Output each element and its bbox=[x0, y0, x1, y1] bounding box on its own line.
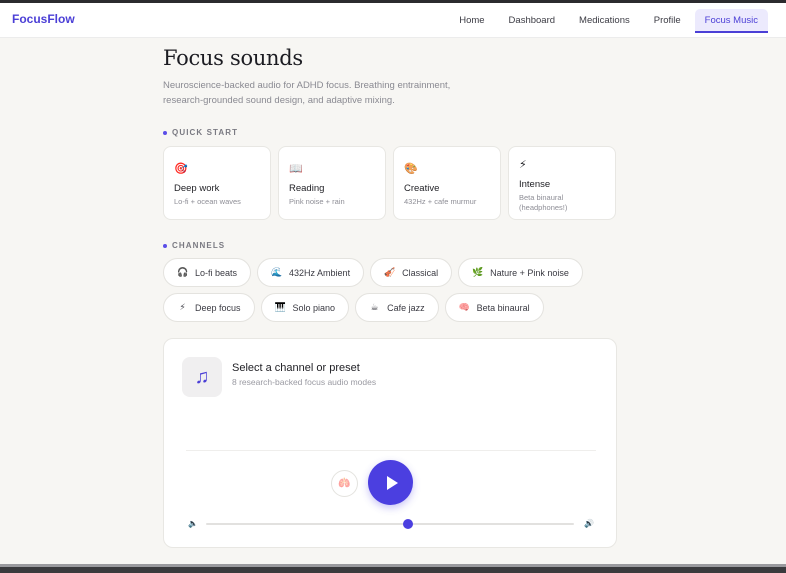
nav-profile[interactable]: Profile bbox=[644, 9, 691, 33]
preset-reading[interactable]: 📖 Reading Pink noise + rain bbox=[278, 146, 386, 220]
breathing-button[interactable]: 🫁 bbox=[331, 470, 358, 497]
target-icon: 🎯 bbox=[174, 163, 188, 175]
section-dot bbox=[163, 243, 167, 248]
channel-label: Beta binaural bbox=[476, 302, 530, 313]
piano-icon: 🎹 bbox=[274, 302, 286, 312]
preset-intense[interactable]: ⚡ Intense Beta binaural (headphones!) bbox=[508, 146, 616, 220]
nav-dashboard[interactable]: Dashboard bbox=[499, 9, 565, 33]
volume-slider-thumb[interactable] bbox=[403, 519, 414, 529]
preset-list: 🎯 Deep work Lo-fi + ocean waves 📖 Readin… bbox=[163, 146, 616, 220]
channel-label: Nature + Pink noise bbox=[490, 267, 569, 278]
page-header: Focus sounds Neuroscience-backed audio f… bbox=[163, 46, 617, 108]
channel-cafe-jazz[interactable]: ☕ Cafe jazz bbox=[355, 293, 439, 322]
now-playing-subtitle: 8 research-backed focus audio modes bbox=[232, 377, 377, 387]
channel-solo-piano[interactable]: 🎹 Solo piano bbox=[260, 293, 350, 322]
channel-label: Solo piano bbox=[292, 302, 336, 313]
preset-deep-work[interactable]: 🎯 Deep work Lo-fi + ocean waves bbox=[163, 146, 271, 220]
channel-nature-pink-noise[interactable]: 🌿 Nature + Pink noise bbox=[458, 258, 583, 287]
preset-name: Deep work bbox=[174, 183, 220, 194]
herb-icon: 🌿 bbox=[472, 267, 484, 277]
player-card: ♫ Select a channel or preset 8 research-… bbox=[163, 338, 617, 548]
section-dot bbox=[163, 130, 167, 135]
channel-label: Cafe jazz bbox=[387, 302, 425, 313]
preset-name: Intense bbox=[519, 179, 551, 190]
violin-icon: 🎻 bbox=[384, 267, 396, 277]
music-note-icon: ♫ bbox=[182, 357, 222, 397]
channel-label: 432Hz Ambient bbox=[289, 267, 351, 278]
play-button[interactable] bbox=[368, 460, 413, 505]
preset-desc: 432Hz + cafe murmur bbox=[404, 197, 477, 206]
nav-medications[interactable]: Medications bbox=[569, 9, 640, 33]
nav-home[interactable]: Home bbox=[449, 9, 494, 33]
player-divider bbox=[186, 450, 596, 451]
preset-name: Reading bbox=[289, 183, 325, 194]
channel-beta-binaural[interactable]: 🧠 Beta binaural bbox=[444, 293, 544, 322]
channel-classical[interactable]: 🎻 Classical bbox=[370, 258, 453, 287]
page-title: Focus sounds bbox=[163, 46, 303, 70]
channel-label: Deep focus bbox=[195, 302, 241, 313]
headphones-icon: 🎧 bbox=[177, 267, 189, 277]
page-subtitle: Neuroscience-backed audio for ADHD focus… bbox=[163, 80, 451, 106]
preset-creative[interactable]: 🎨 Creative 432Hz + cafe murmur bbox=[393, 146, 501, 220]
channel-list: 🎧 Lo-fi beats 🌊 432Hz Ambient 🎻 Classica… bbox=[163, 258, 623, 322]
channel-label: Classical bbox=[402, 267, 439, 278]
preset-desc: Lo-fi + ocean waves bbox=[174, 197, 241, 206]
main-nav: Home Dashboard Medications Profile Focus… bbox=[449, 9, 768, 33]
play-icon bbox=[386, 475, 398, 490]
lungs-icon: 🫁 bbox=[338, 478, 351, 489]
preset-desc: Beta binaural (headphones!) bbox=[519, 193, 568, 212]
channel-lofi-beats[interactable]: 🎧 Lo-fi beats bbox=[163, 258, 252, 287]
volume-slider[interactable] bbox=[206, 519, 574, 529]
channel-label: Lo-fi beats bbox=[195, 267, 238, 278]
wave-icon: 🌊 bbox=[271, 267, 283, 277]
channel-deep-focus[interactable]: ⚡ Deep focus bbox=[163, 293, 255, 322]
book-icon: 📖 bbox=[289, 163, 303, 175]
channel-432hz-ambient[interactable]: 🌊 432Hz Ambient bbox=[257, 258, 365, 287]
channels-label: CHANNELS bbox=[163, 241, 225, 250]
preset-desc: Pink noise + rain bbox=[289, 197, 345, 206]
navbar: FocusFlow Home Dashboard Medications Pro… bbox=[0, 3, 786, 38]
nav-focus-music[interactable]: Focus Music bbox=[694, 9, 768, 33]
lightning-icon: ⚡ bbox=[519, 159, 527, 171]
now-playing-title: Select a channel or preset bbox=[232, 362, 360, 374]
window-bottom-edge bbox=[0, 564, 786, 573]
brain-icon: 🧠 bbox=[458, 302, 470, 312]
palette-icon: 🎨 bbox=[404, 163, 418, 175]
volume-high-icon: 🔊 bbox=[584, 519, 594, 528]
quick-start-label: QUICK START bbox=[163, 128, 238, 137]
preset-name: Creative bbox=[404, 183, 440, 194]
volume-low-icon: 🔈 bbox=[188, 519, 198, 528]
brand-logo[interactable]: FocusFlow bbox=[12, 12, 75, 26]
coffee-icon: ☕ bbox=[370, 302, 379, 312]
lightning-icon: ⚡ bbox=[179, 302, 186, 312]
